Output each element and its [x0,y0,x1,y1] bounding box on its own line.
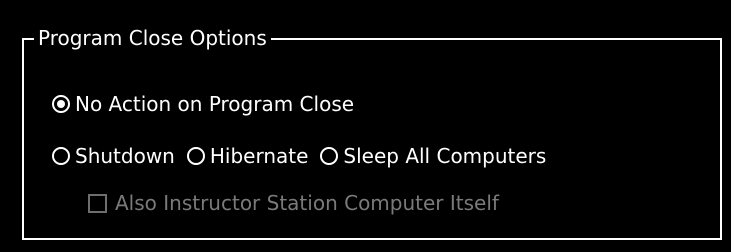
radio-hibernate[interactable]: Hibernate [186,144,309,168]
radio-row-2: Shutdown Hibernate Sleep All Computers [52,140,546,172]
group-title: Program Close Options [34,24,271,52]
radio-row-1: No Action on Program Close [52,88,354,120]
checkbox-unchecked-icon[interactable] [88,193,107,213]
radio-sleep-all[interactable]: Sleep All Computers [320,144,546,168]
radio-no-action[interactable]: No Action on Program Close [52,92,354,116]
radio-shutdown-label[interactable]: Shutdown [75,144,175,168]
radio-unselected-icon[interactable] [52,147,70,165]
radio-unselected-icon[interactable] [186,147,205,165]
radio-unselected-icon[interactable] [320,147,339,165]
also-instructor-label: Also Instructor Station Computer Itself [115,191,499,215]
radio-selected-icon[interactable] [52,95,70,113]
radio-no-action-label[interactable]: No Action on Program Close [75,92,354,116]
checkbox-row: Also Instructor Station Computer Itself [88,187,499,219]
radio-shutdown[interactable]: Shutdown [52,144,175,168]
radio-sleep-all-label[interactable]: Sleep All Computers [343,144,546,168]
also-instructor-checkbox[interactable]: Also Instructor Station Computer Itself [88,191,499,215]
radio-hibernate-label[interactable]: Hibernate [210,144,309,168]
